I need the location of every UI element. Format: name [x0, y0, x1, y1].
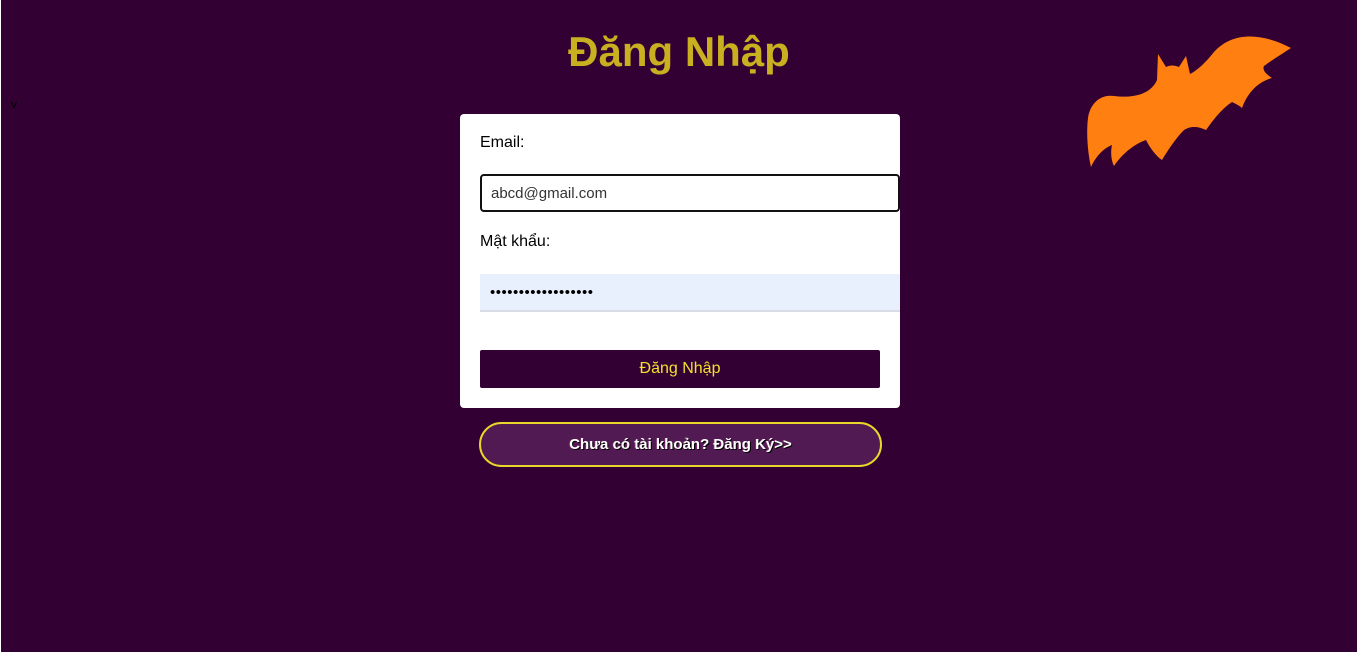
email-field[interactable]	[480, 174, 900, 212]
register-button[interactable]: Chưa có tài khoản? Đăng Ký>>	[479, 422, 882, 467]
login-button[interactable]: Đăng Nhập	[480, 350, 880, 388]
password-field[interactable]	[480, 274, 900, 312]
bat-icon	[1087, 36, 1291, 167]
password-label: Mật khẩu:	[480, 233, 551, 250]
email-label: Email:	[480, 134, 525, 151]
login-card: Email: Mật khẩu: Đăng Nhập	[460, 114, 900, 408]
stray-text: v	[11, 97, 17, 111]
login-page: v Đăng Nhập Email: Mật khẩu: Đăng Nhập C…	[1, 0, 1357, 652]
